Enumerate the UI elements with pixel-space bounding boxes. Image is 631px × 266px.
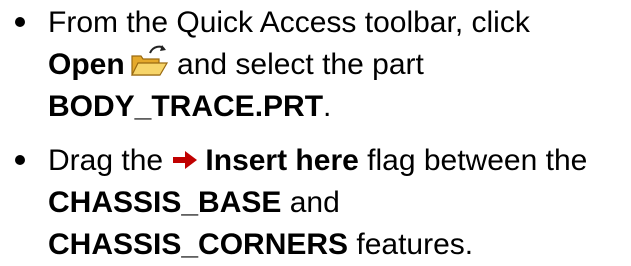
step-1-intro-text: From the Quick Access toolbar, click [48, 6, 530, 39]
open-command-label: Open [48, 48, 125, 81]
bullet-icon [15, 155, 25, 165]
step-2-prefix: Drag the [48, 144, 172, 177]
step-1-period: . [323, 90, 332, 123]
step-1-select-text: and select the part [168, 48, 424, 81]
step-2-line-1: Drag the Insert here flag between the [48, 140, 631, 182]
step-2-line-3: CHASSIS_CORNERS features. [48, 224, 631, 266]
open-folder-icon [130, 45, 168, 76]
step-drag-insert-flag: Drag the Insert here flag between the CH… [0, 140, 631, 266]
bullet-icon [15, 17, 25, 27]
step-2-suffix: flag between the [358, 144, 588, 177]
insert-here-label: Insert here [205, 144, 359, 177]
feature-chassis-base: CHASSIS_BASE [48, 186, 282, 219]
right-arrow-icon [173, 151, 198, 169]
step-1-line-1: From the Quick Access toolbar, click [48, 2, 631, 44]
step-2-and-text: and [281, 186, 340, 219]
step-2-tail: features. [348, 228, 474, 261]
step-2-line-2: CHASSIS_BASE and [48, 182, 631, 224]
step-open-part: From the Quick Access toolbar, click Ope… [0, 0, 631, 128]
feature-chassis-corners: CHASSIS_CORNERS [48, 228, 349, 261]
step-1-line-3: BODY_TRACE.PRT. [48, 86, 631, 128]
instruction-list: From the Quick Access toolbar, click Ope… [0, 0, 631, 266]
part-name: BODY_TRACE.PRT [48, 90, 324, 123]
step-1-line-2: Open and select the part [48, 44, 631, 86]
